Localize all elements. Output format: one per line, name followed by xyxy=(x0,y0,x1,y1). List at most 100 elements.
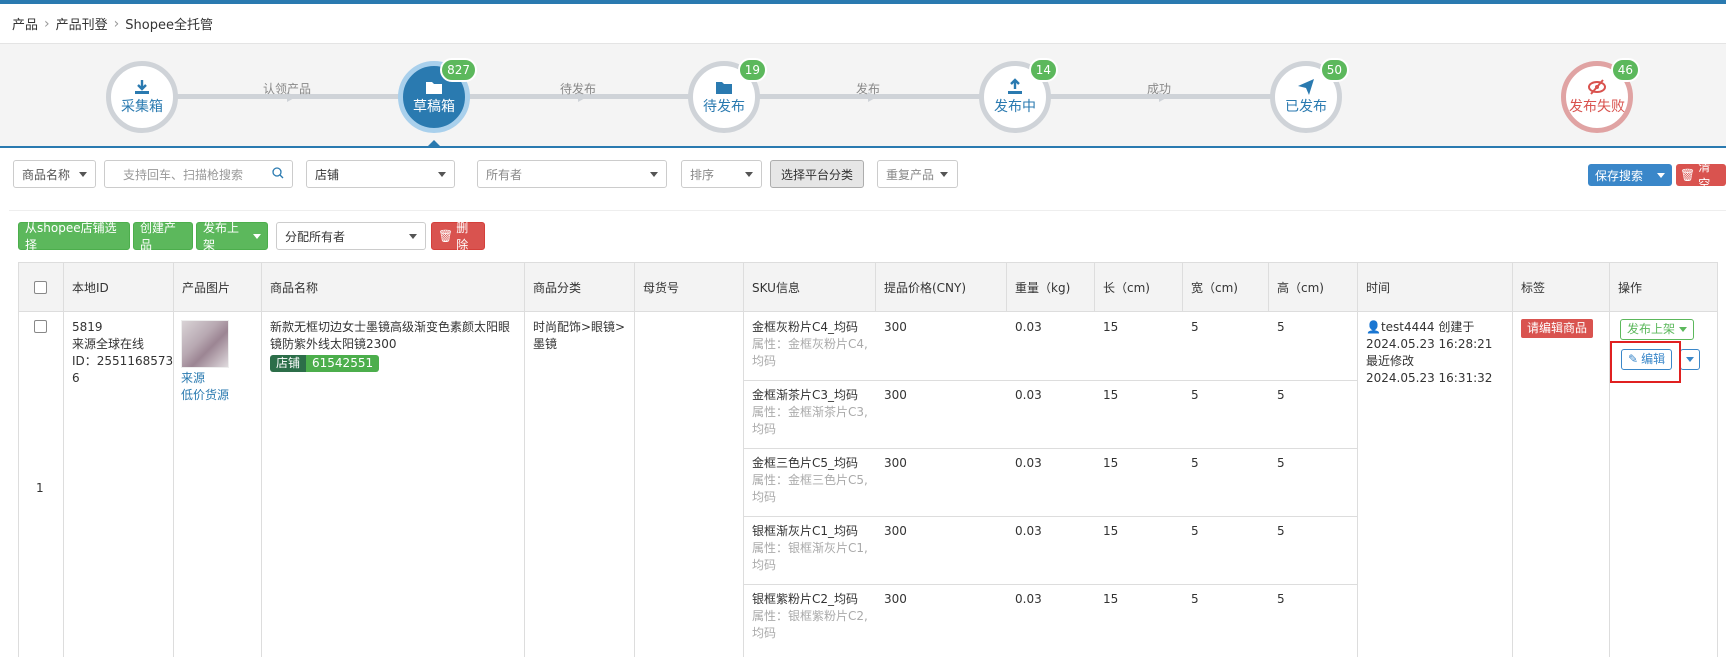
header-select-all xyxy=(18,262,64,312)
sku-height: 5 xyxy=(1277,524,1285,538)
local-id: 5819 来源全球在线 ID：2551168573 6 xyxy=(72,320,174,385)
sku-weight: 0.03 xyxy=(1015,456,1042,470)
folder-icon xyxy=(425,78,443,96)
send-icon xyxy=(1297,78,1315,96)
step-label: 草稿箱 xyxy=(413,99,455,115)
create-product-button[interactable]: 创建产品 xyxy=(133,221,193,252)
sort-select[interactable]: 排序 xyxy=(681,160,762,188)
col-category: 商品分类 xyxy=(525,262,635,312)
low-price-source-link[interactable]: 低价货源 xyxy=(181,387,229,404)
col-width: 宽（cm) xyxy=(1183,262,1269,312)
filter-bar: 商品名称 支持回车、扫描枪搜索 店铺 所有者 排序 选择平台分类 重复产品 保存… xyxy=(0,148,1726,202)
col-image: 产品图片 xyxy=(174,262,262,312)
highlight-box xyxy=(1610,341,1681,383)
sku-width: 5 xyxy=(1191,592,1199,606)
owner-select[interactable]: 所有者 xyxy=(477,160,667,188)
step-publishing[interactable]: 14 发布中 xyxy=(979,58,1058,133)
product-image-cell: 来源 低价货源 xyxy=(181,320,229,404)
step-label: 待发布 xyxy=(703,99,745,115)
sku-width: 5 xyxy=(1191,388,1199,402)
sku-length: 15 xyxy=(1103,456,1119,470)
duplicate-select[interactable]: 重复产品 xyxy=(877,160,958,188)
trash-icon: 🗑 xyxy=(438,229,454,243)
product-thumbnail[interactable] xyxy=(181,320,229,368)
clear-button[interactable]: 🗑 清空 xyxy=(1676,160,1726,191)
caret-down-icon xyxy=(940,171,949,177)
category-picker-button[interactable]: 选择平台分类 xyxy=(770,160,864,188)
trash-icon: 🗑 xyxy=(1680,168,1696,182)
chevron-right-icon: › xyxy=(44,15,50,32)
caret-down-icon xyxy=(1679,327,1688,332)
sku-height: 5 xyxy=(1277,456,1285,470)
chevron-right-icon: › xyxy=(113,15,120,32)
select-all-checkbox[interactable] xyxy=(34,281,47,294)
category-cell: 时尚配饰>眼镜> 墨镜 xyxy=(533,320,626,351)
sku-weight: 0.03 xyxy=(1015,320,1042,334)
sku-height: 5 xyxy=(1277,388,1285,402)
product-title: 新款无框切边女士墨镜高级渐变色素颜太阳眼 xyxy=(270,320,511,334)
delete-button[interactable]: 🗑 删除 xyxy=(431,221,485,252)
sku-height: 5 xyxy=(1277,320,1285,334)
caret-down-icon xyxy=(650,171,658,177)
count-badge: 14 xyxy=(1028,58,1058,82)
col-actions: 操作 xyxy=(1610,262,1718,312)
user-icon: 👤 xyxy=(1366,320,1381,334)
col-length: 长（cm) xyxy=(1095,262,1183,312)
connector-label-publish: 发布 xyxy=(855,82,881,96)
publish-button[interactable]: 发布上架 xyxy=(196,221,268,252)
caret-down-icon xyxy=(438,171,446,177)
step-label: 发布中 xyxy=(994,99,1036,115)
search-icon[interactable] xyxy=(272,166,284,182)
status-badge: 请编辑商品 xyxy=(1521,319,1594,338)
row-edit-dropdown[interactable] xyxy=(1680,349,1700,370)
step-draft-box[interactable]: 827 草稿箱 xyxy=(398,58,477,133)
step-pending[interactable]: 19 待发布 xyxy=(688,58,767,133)
sku-price: 300 xyxy=(884,524,907,538)
step-label: 已发布 xyxy=(1285,99,1327,115)
sku-info: 银框渐灰片C1_均码 属性：银框渐灰片C1, 均码 xyxy=(752,524,868,572)
count-badge: 46 xyxy=(1610,58,1640,82)
caret-down-icon xyxy=(409,233,417,239)
connector-label-pending: 待发布 xyxy=(559,82,597,96)
search-input[interactable]: 支持回车、扫描枪搜索 xyxy=(104,160,293,188)
col-tag: 标签 xyxy=(1513,262,1610,312)
step-publish-failed[interactable]: 46 发布失败 xyxy=(1561,58,1640,133)
sku-weight: 0.03 xyxy=(1015,592,1042,606)
sku-info: 银框紫粉片C2_均码 属性：银框紫粉片C2, 均码 xyxy=(752,592,868,640)
product-title-cell: 新款无框切边女士墨镜高级渐变色素颜太阳眼 镜防紫外线太阳镜2300 店铺 615… xyxy=(270,319,518,372)
caret-down-icon xyxy=(79,171,87,177)
sku-info: 金框渐茶片C3_均码 属性：金框渐茶片C3, 均码 xyxy=(752,388,868,436)
sku-weight: 0.03 xyxy=(1015,524,1042,538)
sku-width: 5 xyxy=(1191,320,1199,334)
eye-slash-icon xyxy=(1587,78,1607,96)
caret-down-icon xyxy=(745,171,753,177)
sku-price: 300 xyxy=(884,388,907,402)
col-sku-info: SKU信息 xyxy=(744,262,876,312)
col-local-id: 本地ID xyxy=(64,262,174,312)
sku-info: 金框三色片C5_均码 属性：金框三色片C5, 均码 xyxy=(752,456,868,504)
col-parent-sku: 母货号 xyxy=(635,262,744,312)
breadcrumb-item-product[interactable]: 产品 xyxy=(12,14,38,33)
publish-status-stepper: 认领产品 待发布 发布 成功 采集箱 827 草稿箱 19 待发布 14 发布中… xyxy=(0,44,1726,148)
source-link[interactable]: 来源 xyxy=(181,370,229,387)
sku-width: 5 xyxy=(1191,456,1199,470)
count-badge: 19 xyxy=(737,58,767,82)
sku-price: 300 xyxy=(884,592,907,606)
caret-down-icon xyxy=(1657,172,1665,178)
row-publish-button[interactable]: 发布上架 xyxy=(1620,319,1695,340)
row-index: 1 xyxy=(36,481,44,495)
count-badge: 50 xyxy=(1319,58,1349,82)
assign-owner-select[interactable]: 分配所有者 xyxy=(276,222,426,250)
save-search-button[interactable]: 保存搜索 xyxy=(1588,164,1672,186)
step-published[interactable]: 50 已发布 xyxy=(1270,58,1349,133)
sku-price: 300 xyxy=(884,456,907,470)
row-checkbox[interactable] xyxy=(34,320,47,333)
search-field-select[interactable]: 商品名称 xyxy=(13,160,96,188)
caret-down-icon xyxy=(1686,357,1694,362)
caret-down-icon xyxy=(253,233,261,239)
select-from-shop-button[interactable]: 从shopee店铺选择 xyxy=(18,221,130,252)
breadcrumb-item-listing[interactable]: 产品刊登 xyxy=(56,14,108,33)
product-title-cont: 镜防紫外线太阳镜2300 xyxy=(270,337,397,351)
step-collect-box[interactable]: 采集箱 xyxy=(106,61,178,133)
shop-select[interactable]: 店铺 xyxy=(306,160,455,188)
